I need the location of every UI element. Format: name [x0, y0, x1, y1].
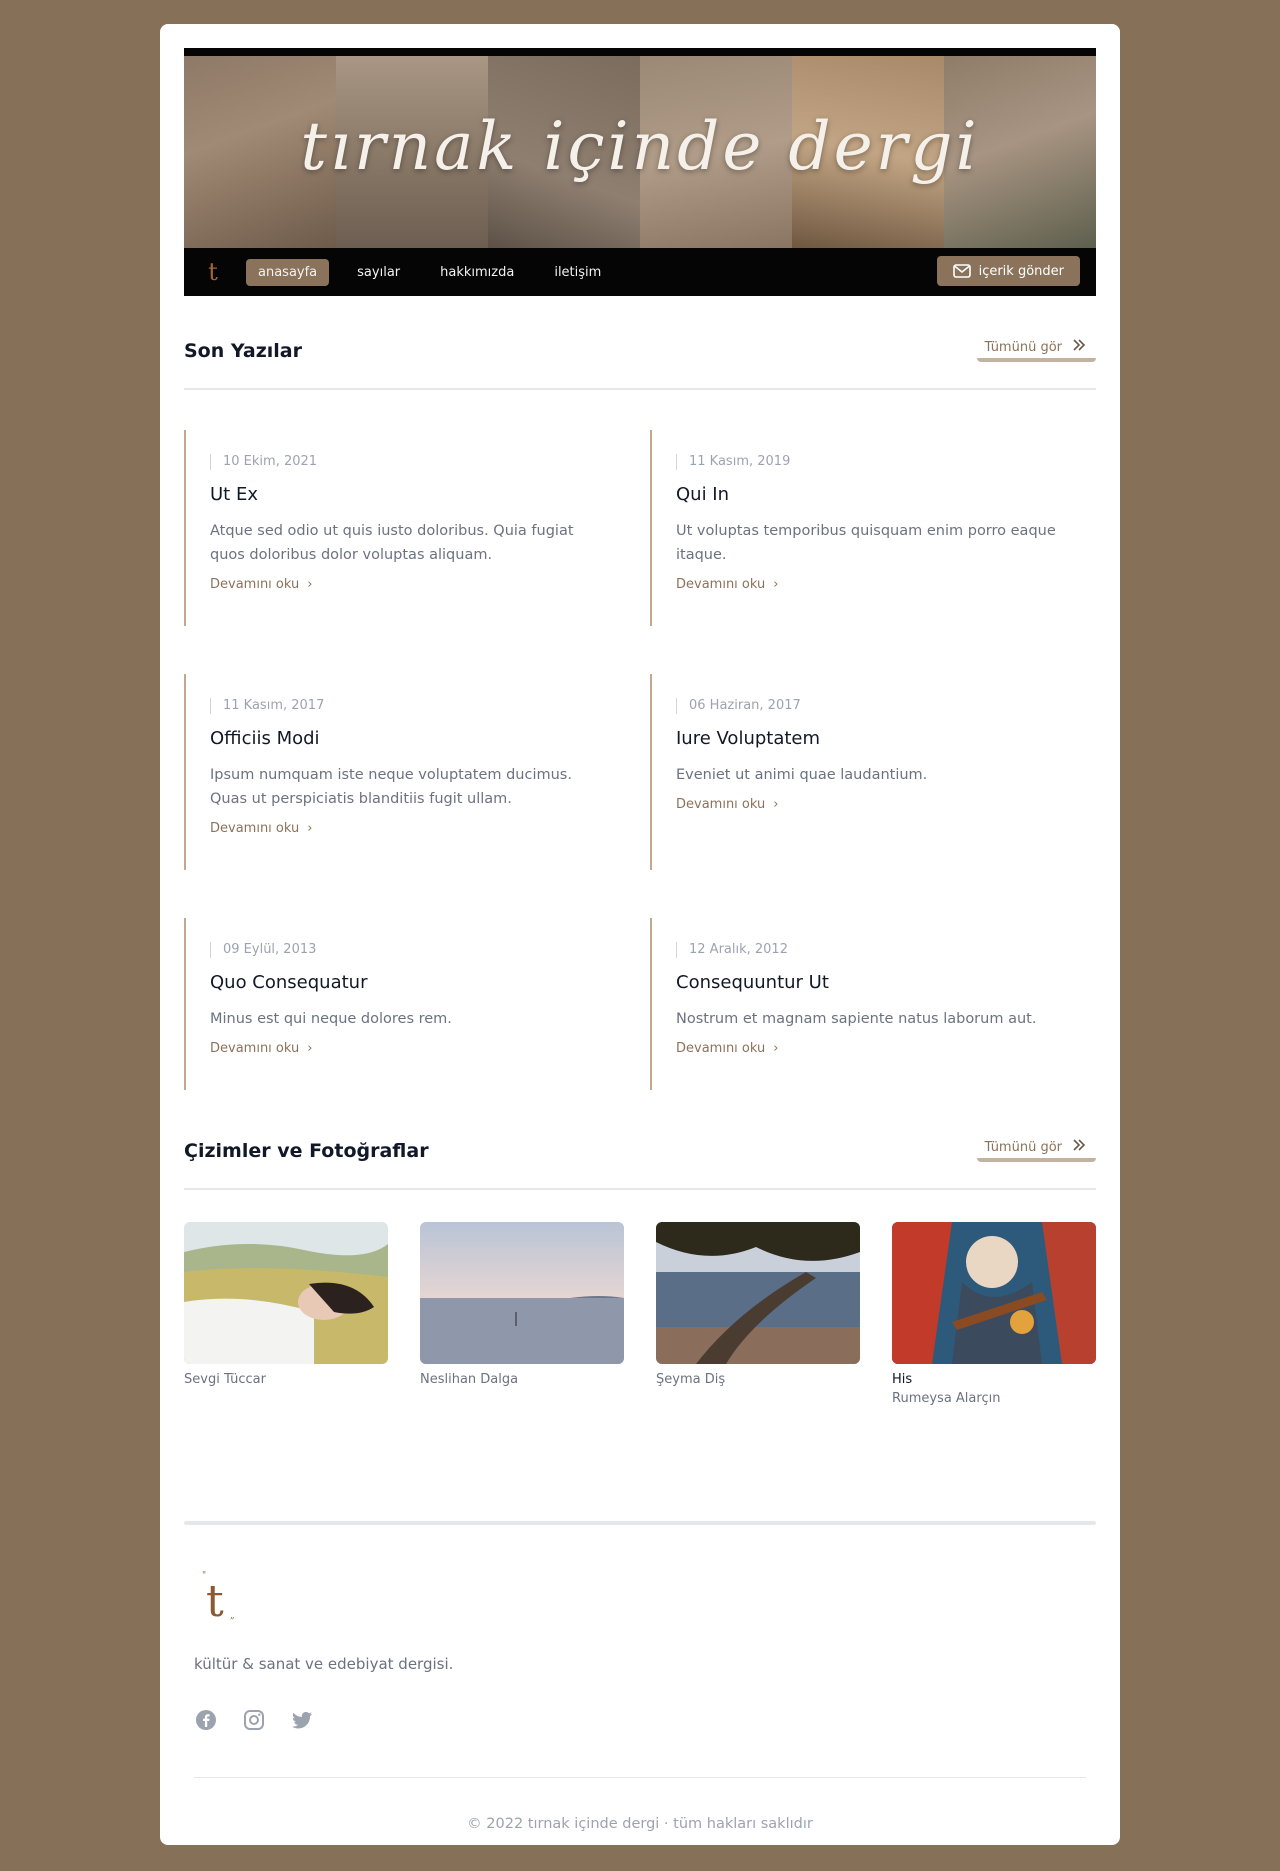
see-all-label: Tümünü gör [984, 339, 1062, 355]
copyright-text: © 2022 tırnak içinde dergi · tüm hakları… [467, 1816, 813, 1832]
chevron-double-right-icon [1072, 1139, 1086, 1155]
gallery-grid: Sevgi Tüccar Neslihan Dalga Şeyma Diş Hi… [184, 1190, 1096, 1406]
logo-letter: t [208, 258, 218, 286]
read-more-link[interactable]: Devamını oku › [210, 821, 604, 836]
nav-item-hakkimizda[interactable]: hakkımızda [428, 259, 526, 286]
main-nav: t anasayfa sayılar hakkımızda iletişim i… [184, 248, 1096, 296]
read-more-label: Devamını oku [210, 821, 300, 836]
chevron-right-icon: › [773, 577, 779, 592]
chevron-right-icon: › [773, 1041, 779, 1056]
read-more-link[interactable]: Devamını oku › [676, 577, 1070, 592]
recent-posts-title: Son Yazılar [184, 340, 302, 362]
chevron-right-icon: › [307, 577, 313, 592]
chevron-right-icon: › [773, 797, 779, 812]
see-all-label: Tümünü gör [984, 1139, 1062, 1155]
post-card: 12 Aralık, 2012 Consequuntur Ut Nostrum … [650, 918, 1070, 1090]
recent-posts-see-all-button[interactable]: Tümünü gör [976, 336, 1096, 362]
page-inner: tırnak içinde dergi t anasayfa sayılar h… [184, 48, 1096, 1832]
chevron-double-right-icon [1072, 339, 1086, 355]
read-more-label: Devamını oku [676, 797, 766, 812]
gallery-title: Çizimler ve Fotoğraflar [184, 1140, 429, 1162]
twitter-icon[interactable] [290, 1708, 314, 1732]
post-excerpt: Atque sed odio ut quis iusto doloribus. … [210, 523, 574, 563]
nav-item-sayilar[interactable]: sayılar [345, 259, 412, 286]
post-card: 11 Kasım, 2019 Qui In Ut voluptas tempor… [650, 430, 1070, 626]
footer-line [194, 1777, 1086, 1778]
read-more-link[interactable]: Devamını oku › [210, 577, 604, 592]
post-title[interactable]: Iure Voluptatem [676, 728, 1070, 749]
submit-content-label: içerik gönder [978, 263, 1064, 279]
instagram-icon[interactable] [242, 1708, 266, 1732]
footer-logo[interactable]: " t „ t [200, 1568, 240, 1628]
mail-icon [952, 264, 971, 278]
post-date: 06 Haziran, 2017 [676, 698, 1070, 714]
gallery-header: Çizimler ve Fotoğraflar Tümünü gör [184, 1096, 1096, 1190]
read-more-link[interactable]: Devamını oku › [210, 1041, 604, 1056]
gallery-item-author: Şeyma Diş [656, 1372, 726, 1387]
read-more-link[interactable]: Devamını oku › [676, 797, 1070, 812]
chevron-right-icon: › [307, 821, 313, 836]
post-excerpt: Nostrum et magnam sapiente natus laborum… [676, 1011, 1037, 1027]
header-banner: tırnak içinde dergi [184, 48, 1096, 248]
gallery-image-tree-sea[interactable] [656, 1222, 860, 1364]
gallery-item-title[interactable]: His [892, 1372, 1096, 1387]
gallery-image-sleeping-woman[interactable] [184, 1222, 388, 1364]
gallery-item[interactable]: Neslihan Dalga [420, 1222, 624, 1387]
post-title[interactable]: Officiis Modi [210, 728, 604, 749]
submit-content-button[interactable]: içerik gönder [936, 256, 1080, 286]
read-more-link[interactable]: Devamını oku › [676, 1041, 1070, 1056]
post-title[interactable]: Consequuntur Ut [676, 972, 1070, 993]
gallery-item[interactable]: His Rumeysa Alarçın [892, 1222, 1096, 1406]
post-excerpt: Ipsum numquam iste neque voluptatem duci… [210, 767, 572, 807]
nav-item-anasayfa[interactable]: anasayfa [246, 258, 330, 286]
gallery-item-author: Sevgi Tüccar [184, 1372, 266, 1387]
facebook-icon[interactable] [194, 1708, 218, 1732]
post-card: 11 Kasım, 2017 Officiis Modi Ipsum numqu… [184, 674, 604, 870]
gallery-image-violinist-painting[interactable] [892, 1222, 1096, 1364]
post-card: 09 Eylül, 2013 Quo Consequatur Minus est… [184, 918, 604, 1090]
recent-posts-grid: 10 Ekim, 2021 Ut Ex Atque sed odio ut qu… [184, 390, 1096, 1130]
social-links [194, 1708, 314, 1732]
recent-posts-header: Son Yazılar Tümünü gör [184, 296, 1096, 390]
post-title[interactable]: Ut Ex [210, 484, 604, 505]
gallery-see-all-button[interactable]: Tümünü gör [976, 1136, 1096, 1162]
post-excerpt: Ut voluptas temporibus quisquam enim por… [676, 523, 1056, 563]
gallery-item[interactable]: Sevgi Tüccar [184, 1222, 388, 1387]
nav-logo[interactable]: t [200, 257, 226, 287]
post-title[interactable]: Quo Consequatur [210, 972, 604, 993]
post-date: 09 Eylül, 2013 [210, 942, 604, 958]
post-excerpt: Eveniet ut animi quae laudantium. [676, 767, 928, 783]
page-card: tırnak içinde dergi t anasayfa sayılar h… [160, 24, 1120, 1845]
svg-text:„: „ [230, 1611, 235, 1621]
post-card: 06 Haziran, 2017 Iure Voluptatem Eveniet… [650, 674, 1070, 870]
chevron-right-icon: › [307, 1041, 313, 1056]
post-title[interactable]: Qui In [676, 484, 1070, 505]
footer-tagline: kültür & sanat ve edebiyat dergisi. [194, 1655, 454, 1673]
read-more-label: Devamını oku [676, 577, 766, 592]
read-more-label: Devamını oku [210, 1041, 300, 1056]
read-more-label: Devamını oku [210, 577, 300, 592]
post-excerpt: Minus est qui neque dolores rem. [210, 1011, 452, 1027]
nav-item-iletisim[interactable]: iletişim [542, 259, 613, 286]
post-card: 10 Ekim, 2021 Ut Ex Atque sed odio ut qu… [184, 430, 604, 626]
read-more-label: Devamını oku [676, 1041, 766, 1056]
gallery-item[interactable]: Şeyma Diş [656, 1222, 860, 1387]
gallery-image-sea-dusk[interactable] [420, 1222, 624, 1364]
banner-top-bar [184, 48, 1096, 56]
gallery-item-author: Neslihan Dalga [420, 1372, 519, 1387]
post-date: 10 Ekim, 2021 [210, 454, 604, 470]
post-date: 12 Aralık, 2012 [676, 942, 1070, 958]
gallery-item-author: Rumeysa Alarçın [892, 1391, 1001, 1406]
svg-text:t: t [206, 1576, 224, 1627]
post-date: 11 Kasım, 2017 [210, 698, 604, 714]
post-date: 11 Kasım, 2019 [676, 454, 1070, 470]
banner-title: tırnak içinde dergi [300, 108, 980, 185]
footer-divider [184, 1521, 1096, 1525]
